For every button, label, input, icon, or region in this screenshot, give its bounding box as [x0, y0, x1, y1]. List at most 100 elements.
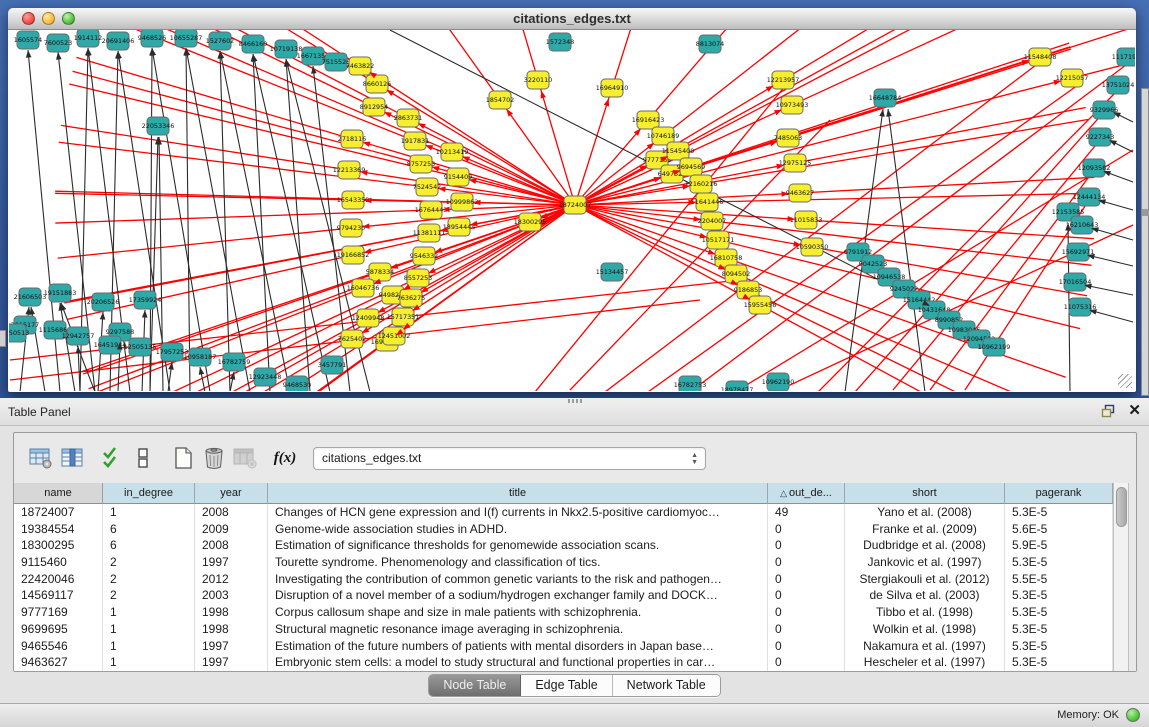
table-row[interactable]: 2242004622012Investigating the contribut…	[14, 571, 1113, 588]
graph-node[interactable]: 9546332	[410, 247, 438, 265]
graph-node[interactable]: 11548408	[1024, 48, 1057, 66]
new-table-button[interactable]	[170, 445, 196, 471]
column-header-year[interactable]: year	[195, 483, 268, 504]
function-builder-button[interactable]: f(x)	[272, 445, 298, 471]
column-header-short[interactable]: short	[845, 483, 1005, 504]
graph-node[interactable]: 16543359	[337, 191, 370, 209]
table-mode-button[interactable]	[28, 445, 54, 471]
clear-selection-button[interactable]	[130, 445, 156, 471]
graph-node[interactable]: 9468530	[283, 376, 311, 391]
graph-node[interactable]: 9154409	[444, 168, 472, 186]
table-row[interactable]: 911546021997Tourette syndrome. Phenomeno…	[14, 554, 1113, 571]
graph-node[interactable]: 8813074	[696, 35, 724, 53]
column-header-out_de[interactable]: △out_de...	[768, 483, 845, 504]
table-cell: 18300295	[14, 537, 103, 554]
hidden-panel-tab[interactable]	[0, 330, 6, 347]
graph-node[interactable]: 16782753	[674, 376, 707, 391]
graph-node[interactable]: 8466160	[239, 35, 267, 53]
graph-node[interactable]: 12215057	[1056, 69, 1089, 87]
graph-node[interactable]: 7636275	[397, 289, 425, 307]
table-row[interactable]: 977716911998Corpus callosum shape and si…	[14, 604, 1113, 621]
table-row[interactable]: 1830029562008Estimation of significance …	[14, 537, 1113, 554]
delete-table-button[interactable]	[201, 445, 227, 471]
graph-node[interactable]: 9794230	[337, 219, 365, 237]
graph-node[interactable]: 10962190	[762, 373, 795, 391]
column-header-in_degree[interactable]: in_degree	[103, 483, 195, 504]
column-header-title[interactable]: title	[268, 483, 768, 504]
graph-node[interactable]: 16964910	[596, 79, 629, 97]
graph-node[interactable]: 15134457	[596, 263, 629, 281]
graph-node[interactable]: 2204007	[698, 212, 726, 230]
graph-node[interactable]: 15717351	[387, 308, 420, 326]
table-row[interactable]: 946362711997Embryonic stem cells: a mode…	[14, 654, 1113, 671]
window-resize-grip[interactable]	[1118, 374, 1132, 388]
graph-node[interactable]: 16916423	[632, 111, 665, 129]
graph-node[interactable]: 5878334	[366, 263, 394, 281]
select-all-button[interactable]	[99, 445, 125, 471]
graph-node[interactable]: 7600523	[44, 34, 72, 52]
graph-node[interactable]: 1527602	[206, 32, 234, 50]
float-panel-button[interactable]	[1101, 404, 1116, 418]
graph-node[interactable]: 9694569	[677, 158, 705, 176]
splitter-handle[interactable]	[568, 399, 582, 403]
table-select-combobox[interactable]: citations_edges.txt ▲▼	[313, 447, 706, 470]
graph-node[interactable]: 8094502	[722, 265, 750, 283]
tab-network-table[interactable]: Network Table	[613, 675, 720, 696]
graph-node[interactable]: 8557253	[404, 269, 432, 287]
table-row[interactable]: 1456911722003Disruption of a novel membe…	[14, 587, 1113, 604]
graph-node[interactable]: 16764443	[415, 201, 448, 219]
graph-node[interactable]: 8757253	[407, 155, 435, 173]
graph-node[interactable]: 2718116	[338, 130, 366, 148]
tab-edge-table[interactable]: Edge Table	[521, 675, 612, 696]
graph-node[interactable]: 10973493	[776, 96, 809, 114]
graph-node[interactable]: 8912954	[360, 98, 388, 116]
graph-node[interactable]: 7524542	[413, 178, 441, 196]
graph-node[interactable]: 21606503	[14, 288, 47, 306]
graph-node[interactable]: 13751024	[1102, 76, 1135, 94]
column-select-button[interactable]	[59, 445, 85, 471]
graph-node[interactable]: 11381111	[413, 224, 446, 242]
graph-node[interactable]: 10590350	[796, 238, 829, 256]
graph-node[interactable]: 20691406	[102, 32, 135, 50]
tab-node-table[interactable]: Node Table	[429, 675, 521, 696]
graph-node[interactable]: 9468526	[138, 30, 166, 47]
table-cell: 5.5E-5	[1005, 571, 1113, 588]
graph-node[interactable]: 11171953	[1112, 48, 1135, 66]
graph-node[interactable]: 9227343	[1086, 128, 1114, 146]
table-row[interactable]: 946554611997Estimation of the future num…	[14, 638, 1113, 655]
graph-node[interactable]: 9150513	[9, 324, 29, 342]
graph-node[interactable]: 11015833	[790, 211, 823, 229]
graph-node[interactable]: 18978477	[721, 381, 754, 391]
graph-node[interactable]: 12160216	[685, 175, 718, 193]
graph-node[interactable]: 12923448	[249, 368, 282, 386]
graph-node[interactable]: 2863731	[394, 109, 422, 127]
graph-node[interactable]: 17016504	[1059, 273, 1092, 291]
graph-node[interactable]: 19151883	[44, 284, 77, 302]
close-panel-button[interactable]: ✕	[1128, 403, 1141, 418]
column-header-pagerank[interactable]: pagerank	[1005, 483, 1113, 504]
graph-node[interactable]: 1914112	[74, 30, 102, 47]
graph-node[interactable]: 22053346	[142, 117, 175, 135]
graph-node[interactable]: 12975125	[779, 154, 812, 172]
graph-node[interactable]: 1605574	[14, 31, 42, 49]
table-cell: 0	[768, 604, 845, 621]
scrollbar-thumb[interactable]	[1116, 487, 1127, 527]
network-canvas[interactable]: 1605574760052319141122069140694685261065…	[9, 30, 1135, 391]
graph-node[interactable]: 3220110	[524, 71, 552, 89]
graph-node[interactable]: 9463627	[786, 184, 814, 202]
table-vertical-scrollbar[interactable]	[1113, 483, 1129, 671]
graph-node[interactable]: 12444134	[1073, 188, 1106, 206]
graph-node[interactable]: 1572348	[546, 33, 574, 51]
table-row[interactable]: 1872400712008Changes of HCN gene express…	[14, 504, 1113, 521]
graph-node[interactable]: 1854702	[486, 91, 514, 109]
graph-node[interactable]: 1917831	[401, 132, 429, 150]
graph-node[interactable]: 9329966	[1090, 101, 1118, 119]
graph-node[interactable]: 10517171	[702, 231, 735, 249]
table-row[interactable]: 1938455462009Genome-wide association stu…	[14, 521, 1113, 538]
graph-node[interactable]: 3457791	[318, 356, 346, 374]
network-window-titlebar[interactable]: citations_edges.txt	[8, 8, 1136, 30]
table-row[interactable]: 969969511998Structural magnetic resonanc…	[14, 621, 1113, 638]
column-header-name[interactable]: name	[14, 483, 103, 504]
graph-node[interactable]: 10213419	[436, 143, 469, 161]
graph-node[interactable]: 7485063	[774, 129, 802, 147]
